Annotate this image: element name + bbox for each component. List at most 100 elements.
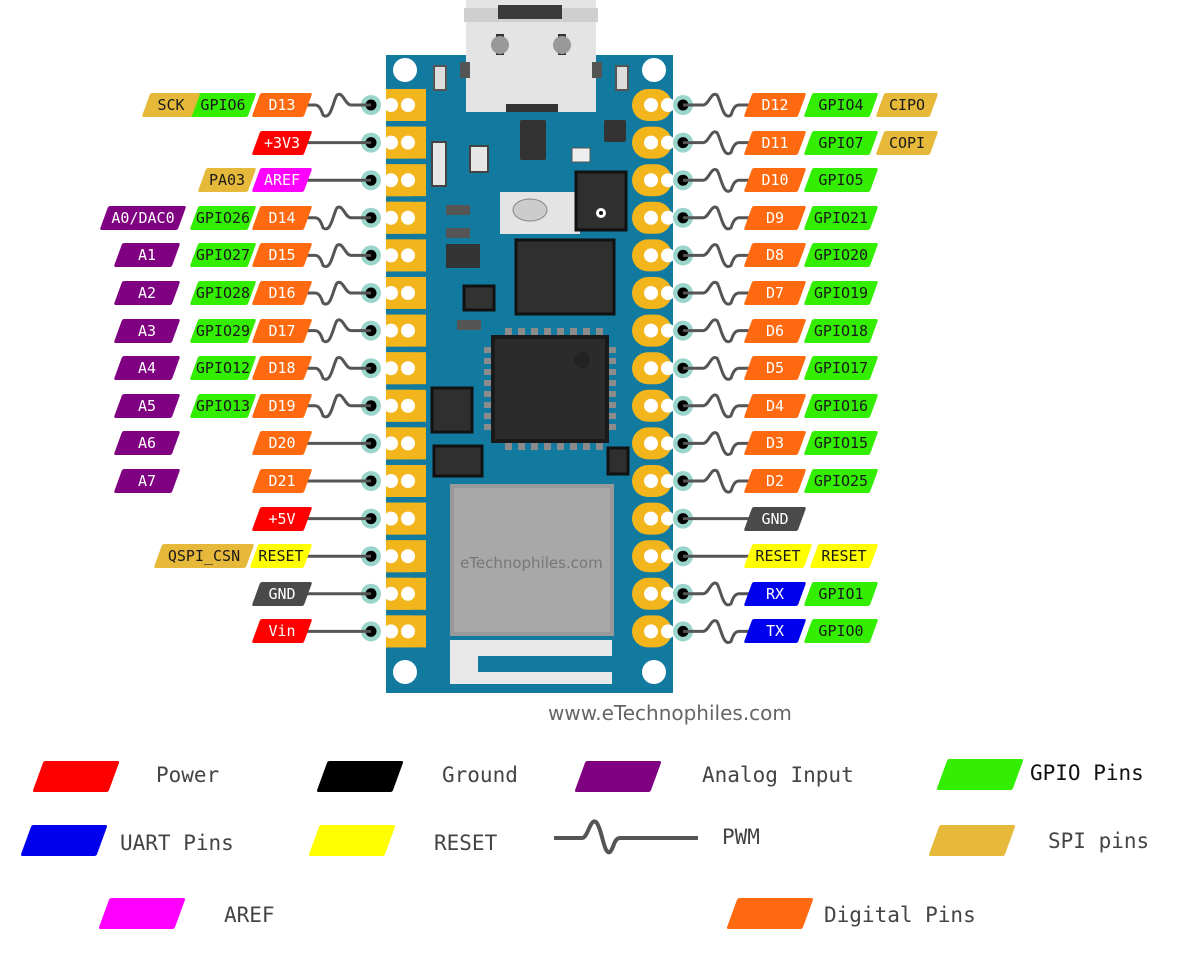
mounting-hole [642,660,666,684]
legend-label: Analog Input [702,763,854,787]
label-text: D21 [268,472,296,490]
pwm-wire [683,205,750,231]
label-text: A0/DAC0 [111,208,175,227]
label-text: GPIO20 [813,246,869,265]
label-text: A6 [137,434,157,453]
mounting-hole [642,58,666,82]
mounting-hole [393,660,417,684]
label-text: GPIO26 [195,208,251,227]
label-text: D8 [765,246,785,265]
pin-label-digital: D13 [251,93,313,117]
pin-label-gpio: GPIO19 [803,281,879,305]
label-text: D14 [268,208,296,227]
label-text: D4 [765,396,785,415]
mounting-hole [393,58,417,82]
legend-swatch-spi [928,825,1016,856]
label-text: GPIO6 [200,96,246,114]
label-text: GPIO7 [818,133,864,152]
pwm-wire [306,393,371,419]
legend-label: AREF [224,903,275,927]
label-text: COPI [888,133,926,152]
label-text: GPIO17 [813,359,869,378]
pwm-wire [683,130,750,156]
legend-swatch-ground_legend [316,761,404,792]
label-text: GPIO29 [195,321,251,340]
pin-label-spi: CIPO [875,93,939,117]
label-text: QSPI_CSN [167,547,241,566]
pin-label-digital: D15 [251,243,313,268]
label-text: GPIO5 [818,171,864,190]
legend-label: RESET [434,831,498,855]
pin-label-analog: A1 [113,243,181,268]
label-text: A3 [137,321,157,340]
pwm-wire [683,393,750,419]
pwm-wire [306,205,371,231]
label-text: RESET [755,547,801,566]
label-text: GND [761,509,789,528]
pin-label-ground: GND [743,506,807,531]
legend-label: Digital Pins [824,903,976,927]
pin-label-reset: RESET [249,544,313,569]
pin-label-ground: GND [251,581,313,606]
pin-label-gpio: GPIO28 [189,281,257,305]
pin-label-gpio: GPIO15 [803,431,879,456]
label-text: +5V [268,509,296,528]
pwm-wire [306,280,371,306]
label-text: D18 [268,359,296,378]
legend-swatch-gpio [936,759,1024,790]
label-text: GPIO13 [195,396,251,415]
label-text: GPIO18 [813,321,869,340]
pin-label-reset: RESET [809,544,879,569]
legend-swatch-analog [574,761,662,792]
pwm-wire [683,431,750,457]
label-text: +3V3 [263,133,301,152]
pwm-wire [683,243,750,269]
label-text: GND [268,584,296,603]
pin-label-digital: D17 [251,318,313,343]
label-text: D15 [268,246,296,265]
label-text: D16 [268,284,296,302]
pin-label-analog: A4 [113,356,181,381]
label-text: D17 [268,321,296,340]
label-text: D2 [765,472,785,490]
label-text: GPIO12 [195,359,251,378]
pwm-wire [683,619,750,645]
pwm-wire [683,468,750,494]
pwm-wire [306,243,371,269]
label-text: PA03 [208,171,246,190]
label-text: D19 [268,396,296,415]
label-text: GPIO19 [813,284,869,302]
pin-label-digital: D10 [743,168,807,193]
label-text: A4 [137,359,157,378]
label-text: AREF [263,171,301,190]
label-text: A5 [137,396,157,415]
pwm-wire [306,92,371,118]
pin-label-gpio: GPIO1 [803,581,879,606]
legend-label: UART Pins [120,831,234,855]
pin-label-uart: RX [743,581,807,606]
label-text: SCK [157,96,185,114]
pin-label-analog: A5 [113,393,181,418]
pin-label-gpio: GPIO21 [803,205,879,230]
legend-label: SPI pins [1048,829,1150,853]
label-text: GPIO15 [813,434,869,453]
pin-label-digital: D12 [743,93,807,117]
pwm-wire [306,355,371,381]
label-text: GPIO28 [195,284,251,302]
pin-label-gpio: GPIO18 [803,318,879,343]
label-text: GPIO1 [818,584,864,603]
pin-label-digital: D19 [251,393,313,418]
legend-swatch-digital [726,898,814,929]
pin-label-analog: A3 [113,318,181,343]
legend-label: GPIO Pins [1030,761,1144,785]
label-text: GPIO21 [813,208,869,227]
pin-label-digital: D9 [743,205,807,230]
pin-label-digital: D3 [743,431,807,456]
pin-label-spi: SCK [141,93,201,117]
pin-label-digital: D2 [743,469,807,493]
pin-label-gpio: GPIO12 [189,356,257,381]
pin-label-digital: D21 [251,469,313,493]
pin-label-power: +3V3 [251,130,313,155]
label-text: D20 [268,434,296,453]
label-text: D13 [268,96,296,114]
